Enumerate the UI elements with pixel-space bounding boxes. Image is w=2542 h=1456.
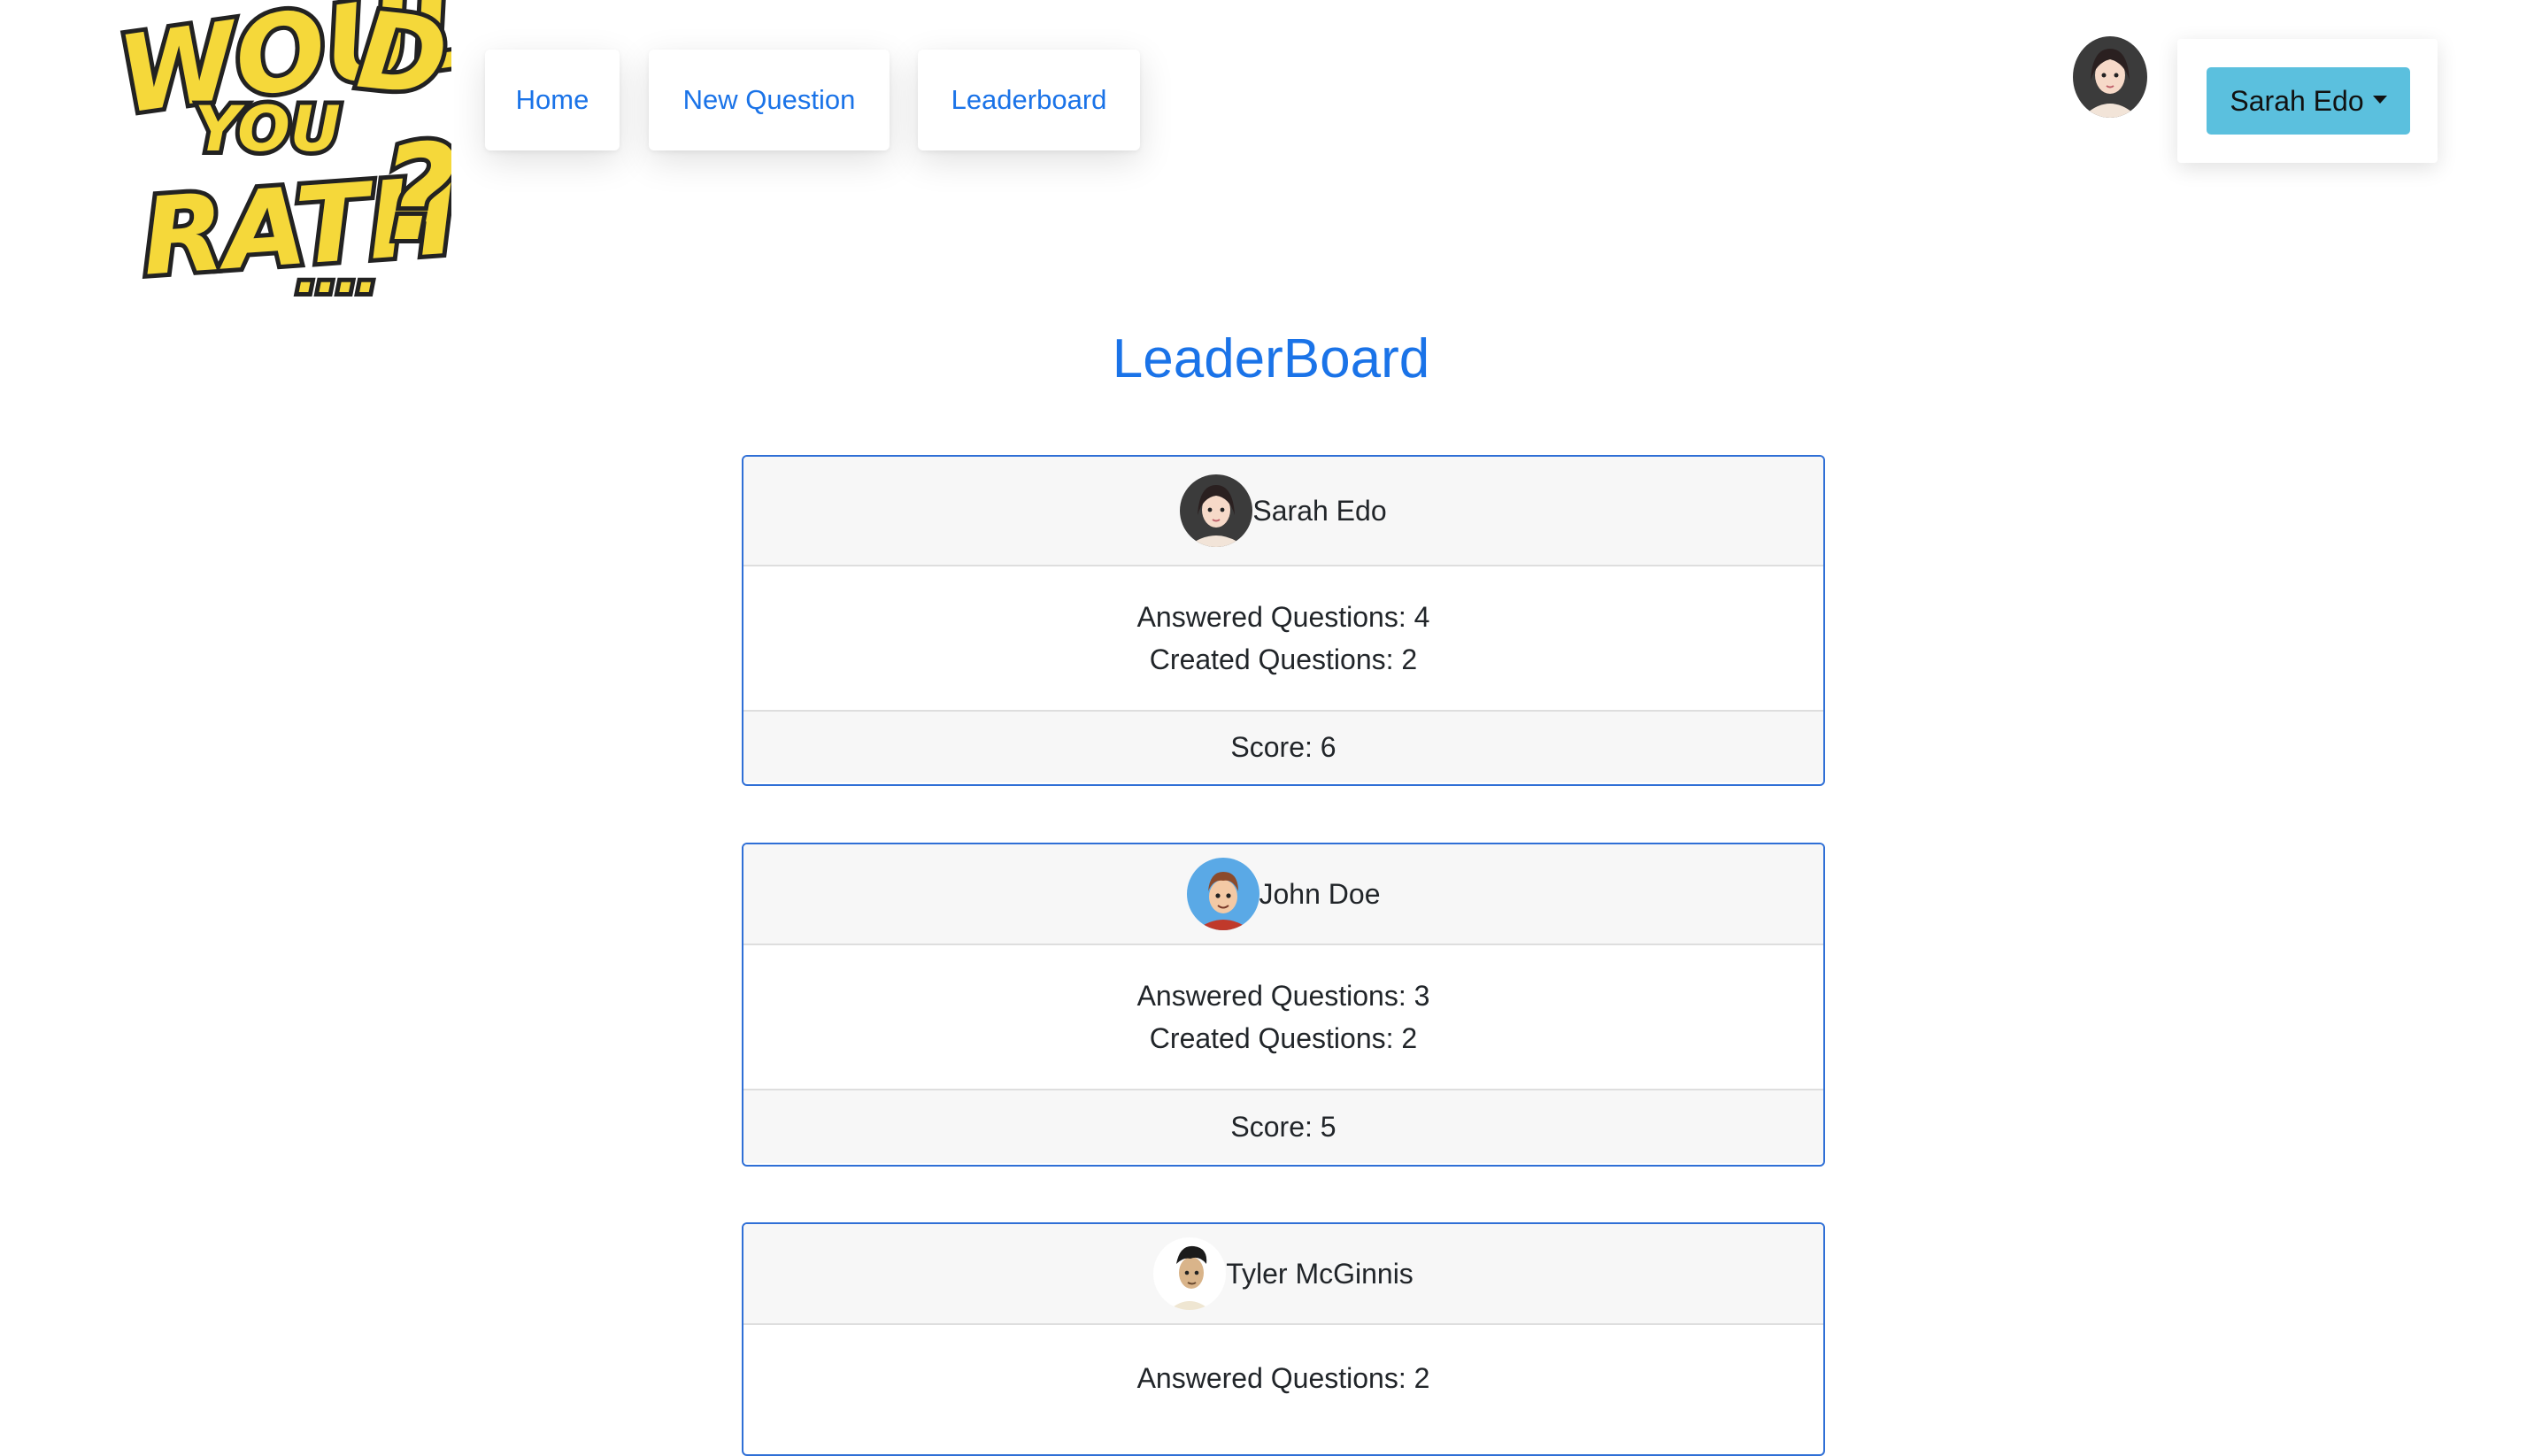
answered-questions: Answered Questions: 2 <box>1136 1362 1430 1394</box>
user-name-label: Sarah Edo <box>2230 84 2364 117</box>
user-name: John Doe <box>1259 877 1381 910</box>
user-dropdown-button[interactable]: Sarah Edo <box>2207 67 2410 135</box>
nav-new-question-link[interactable]: New Question <box>649 50 890 150</box>
score: Score: 6 <box>1230 730 1336 763</box>
answered-questions: Answered Questions: 4 <box>1136 601 1430 633</box>
leaderboard-card: Sarah Edo Answered Questions: 4 Created … <box>742 455 1825 786</box>
card-footer: Score: 6 <box>743 710 1823 782</box>
user-name: Sarah Edo <box>1252 494 1387 527</box>
card-body: Answered Questions: 2 <box>743 1325 1823 1454</box>
card-header: Sarah Edo <box>743 457 1823 566</box>
card-body: Answered Questions: 3 Created Questions:… <box>743 945 1823 1089</box>
card-body: Answered Questions: 4 Created Questions:… <box>743 566 1823 710</box>
created-questions: Created Questions: 2 <box>1149 643 1418 675</box>
nav-home-label: Home <box>515 84 589 115</box>
card-header: John Doe <box>743 844 1823 945</box>
page-title: LeaderBoard <box>1112 328 1430 389</box>
svg-text:?: ? <box>381 117 451 271</box>
caret-down-icon <box>2372 95 2387 104</box>
answered-questions: Answered Questions: 3 <box>1136 980 1430 1012</box>
nav-leaderboard-label: Leaderboard <box>951 84 1107 115</box>
created-questions: Created Questions: 2 <box>1149 1022 1418 1054</box>
user-avatar-icon <box>1180 474 1253 547</box>
nav-new-question-label: New Question <box>682 84 856 115</box>
leaderboard-card: Tyler McGinnis Answered Questions: 2 <box>742 1222 1825 1456</box>
card-header: Tyler McGinnis <box>743 1224 1823 1325</box>
app-logo: WOUL D YOU RATHER ? .... <box>107 0 620 310</box>
user-avatar-icon <box>2073 36 2147 118</box>
nav-leaderboard-link[interactable]: Leaderboard <box>918 50 1140 150</box>
leaderboard-card: John Doe Answered Questions: 3 Created Q… <box>742 843 1825 1167</box>
nav-home-link[interactable]: Home <box>485 50 620 150</box>
score: Score: 5 <box>1230 1110 1336 1143</box>
user-avatar-icon <box>1153 1237 1227 1310</box>
svg-text:YOU: YOU <box>195 93 341 166</box>
card-footer: Score: 5 <box>743 1089 1823 1163</box>
user-name: Tyler McGinnis <box>1226 1257 1414 1290</box>
svg-text:D: D <box>352 0 451 120</box>
user-avatar-icon <box>1186 858 1259 930</box>
svg-text:....: .... <box>297 243 377 305</box>
